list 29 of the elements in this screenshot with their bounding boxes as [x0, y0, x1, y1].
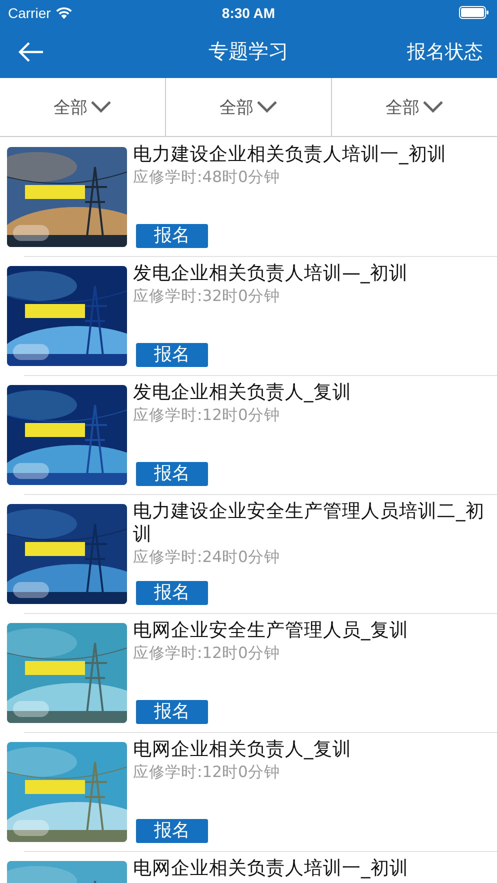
course-title: 电力建设企业安全生产管理人员培训二_初训	[133, 500, 486, 546]
signup-button[interactable]: 报名	[136, 700, 208, 724]
signup-button[interactable]: 报名	[136, 343, 208, 367]
chevron-down-icon	[90, 100, 112, 114]
signup-button[interactable]: 报名	[136, 462, 208, 486]
course-title: 电力建设企业相关负责人培训一_初训	[133, 143, 448, 166]
course-title: 电网企业相关负责人培训一_初训	[133, 857, 410, 880]
course-title: 电网企业安全生产管理人员_复训	[133, 619, 410, 642]
page-title: 专题学习	[208, 38, 288, 65]
signup-button[interactable]: 报名	[136, 581, 208, 605]
required-hours: 应修学时:48时0分钟	[133, 167, 281, 188]
required-hours: 应修学时:12时0分钟	[133, 762, 281, 783]
required-hours: 应修学时:32时0分钟	[133, 286, 281, 307]
chevron-down-icon	[422, 100, 444, 114]
back-icon[interactable]	[18, 40, 44, 62]
signup-button[interactable]: 报名	[136, 224, 208, 248]
required-hours: 应修学时:12时0分钟	[133, 643, 281, 664]
wifi-icon	[54, 6, 73, 19]
chevron-down-icon	[256, 100, 278, 114]
status-time: 8:30 AM	[222, 4, 276, 20]
course-title: 发电企业相关负责人_复训	[133, 381, 352, 404]
signup-status-link[interactable]: 报名状态	[407, 38, 483, 64]
carrier-label: Carrier	[8, 4, 51, 20]
required-hours: 应修学时:24时0分钟	[133, 547, 281, 568]
required-hours: 应修学时:12时0分钟	[133, 405, 281, 426]
course-title: 发电企业相关负责人培训—_初训	[133, 262, 409, 285]
course-title: 电网企业相关负责人_复训	[133, 738, 352, 761]
signup-button[interactable]: 报名	[136, 819, 208, 843]
battery-icon	[459, 6, 489, 19]
